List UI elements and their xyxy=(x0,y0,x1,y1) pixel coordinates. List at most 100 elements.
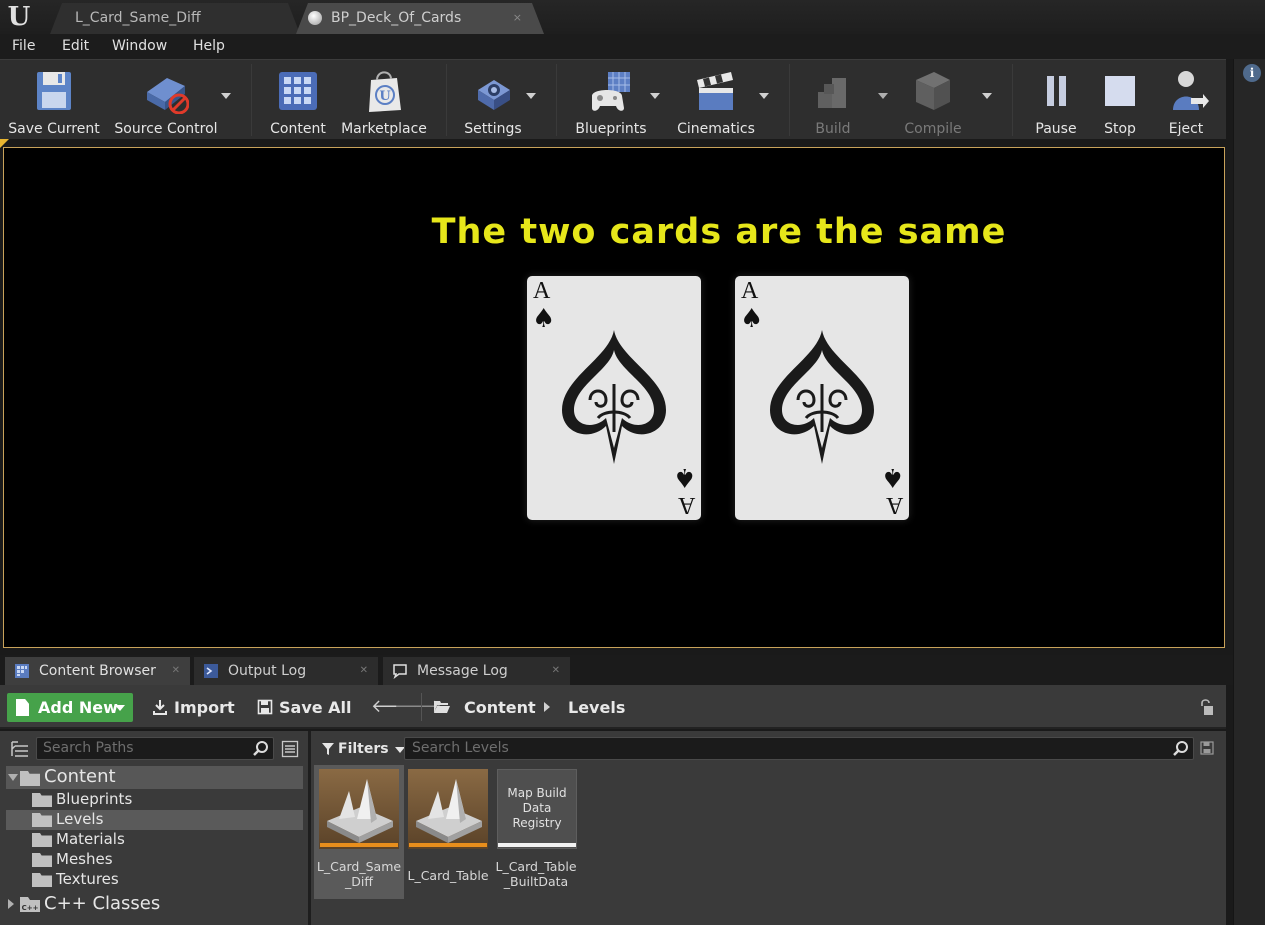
close-tab-icon[interactable]: ✕ xyxy=(552,657,560,685)
menu-edit[interactable]: Edit xyxy=(62,38,89,54)
settings-dropdown-icon[interactable] xyxy=(526,93,536,99)
lock-icon[interactable] xyxy=(1198,698,1214,716)
tree-item-label: Content xyxy=(44,766,116,787)
stop-icon xyxy=(1105,76,1135,106)
breadcrumb-content[interactable]: Content xyxy=(464,693,536,722)
asset-name: L_Card_Table xyxy=(407,868,489,883)
asset-tile-l-card-table[interactable] xyxy=(408,769,488,849)
save-all-button[interactable]: Save All xyxy=(257,693,352,722)
collapse-sources-icon[interactable] xyxy=(10,740,30,758)
output-log-icon xyxy=(204,664,218,678)
expand-arrow-icon[interactable] xyxy=(8,899,14,909)
asset-tile-l-card-table-builtdata[interactable]: Map Build Data Registry xyxy=(497,769,577,849)
settings-button[interactable]: Settings xyxy=(460,66,526,137)
source-control-label: Source Control xyxy=(114,121,218,137)
settings-label: Settings xyxy=(464,121,522,137)
ornate-spade-icon xyxy=(562,330,666,464)
menu-window[interactable]: Window xyxy=(112,38,167,54)
playing-card: A ♠ ♠ A xyxy=(735,276,909,520)
import-icon xyxy=(153,700,167,715)
menu-file[interactable]: File xyxy=(12,38,35,54)
details-side-strip: i xyxy=(1233,59,1265,925)
blueprints-button[interactable]: Blueprints xyxy=(570,66,652,137)
source-control-dropdown-icon[interactable] xyxy=(221,93,231,99)
search-icon xyxy=(253,741,268,756)
title-bar: U L_Card_Same_Diff BP_Deck_Of_Cards × xyxy=(0,0,1265,34)
tree-item-label: Blueprints xyxy=(56,790,133,808)
blueprint-sphere-icon xyxy=(308,11,322,25)
marketplace-button[interactable]: U Marketplace xyxy=(340,66,428,137)
save-search-icon[interactable] xyxy=(1200,741,1214,755)
tree-item-levels[interactable]: Levels xyxy=(6,810,303,830)
build-label: Build xyxy=(815,121,851,137)
tree-item-meshes[interactable]: Meshes xyxy=(6,850,303,870)
breadcrumb-levels[interactable]: Levels xyxy=(568,693,625,722)
tab-output-log[interactable]: Output Log ✕ xyxy=(194,657,378,685)
folder-icon xyxy=(32,873,52,887)
build-dropdown-icon[interactable] xyxy=(878,93,888,99)
save-current-button[interactable]: Save Current xyxy=(6,66,102,137)
source-control-icon xyxy=(147,78,189,114)
folder-icon xyxy=(32,793,52,807)
spade-icon: ♠ xyxy=(740,304,764,334)
tree-item-content[interactable]: Content xyxy=(6,766,303,789)
playing-card: A ♠ ♠ A xyxy=(527,276,701,520)
view-options-icon[interactable] xyxy=(281,740,299,758)
expand-arrow-icon[interactable] xyxy=(8,774,18,781)
tab-content-browser[interactable]: Content Browser ✕ xyxy=(5,657,190,685)
svg-text:C++: C++ xyxy=(22,904,39,912)
close-tab-icon[interactable]: ✕ xyxy=(172,657,180,685)
close-tab-icon[interactable]: × xyxy=(513,3,522,33)
import-label: Import xyxy=(174,698,235,717)
tree-item-label: Materials xyxy=(56,830,125,848)
content-button[interactable]: Content xyxy=(266,66,330,137)
marketplace-bag-icon: U xyxy=(369,71,401,112)
breadcrumb-chevron-icon[interactable] xyxy=(544,702,550,712)
eject-button[interactable]: Eject xyxy=(1160,66,1212,137)
source-control-button[interactable]: Source Control xyxy=(110,66,222,137)
card-rank: A xyxy=(677,492,695,518)
compile-dropdown-icon[interactable] xyxy=(982,93,992,99)
tab-message-log[interactable]: Message Log ✕ xyxy=(383,657,570,685)
pause-button[interactable]: Pause xyxy=(1026,66,1086,137)
import-button[interactable]: Import xyxy=(152,693,235,722)
asset-tile-l-card-same-diff[interactable] xyxy=(319,769,399,849)
unreal-logo-icon: U xyxy=(7,2,31,32)
tab-bp-deck-of-cards[interactable]: BP_Deck_Of_Cards × xyxy=(296,3,544,34)
tree-item-textures[interactable]: Textures xyxy=(6,870,303,890)
level-thumbnail-icon xyxy=(416,779,482,843)
save-current-label: Save Current xyxy=(8,121,100,137)
tree-item-cpp-classes[interactable]: C++ C++ Classes xyxy=(6,893,303,916)
game-viewport[interactable]: The two cards are the same A ♠ ♠ A A ♠ ♠… xyxy=(3,147,1225,648)
cpp-folder-icon: C++ xyxy=(20,897,40,912)
compile-cube-icon xyxy=(916,72,950,110)
spade-icon: ♠ xyxy=(880,462,904,492)
stop-button[interactable]: Stop xyxy=(1094,66,1146,137)
svg-text:U: U xyxy=(379,89,391,104)
tree-item-blueprints[interactable]: Blueprints xyxy=(6,790,303,810)
search-levels-input[interactable]: Search Levels xyxy=(404,737,1194,760)
cinematics-label: Cinematics xyxy=(677,121,755,137)
tree-item-label: Levels xyxy=(56,810,104,828)
add-new-button[interactable]: Add New xyxy=(7,693,133,722)
compile-button[interactable]: Compile xyxy=(898,66,968,137)
info-icon[interactable]: i xyxy=(1243,64,1261,82)
close-tab-icon[interactable]: ✕ xyxy=(360,657,368,685)
search-icon xyxy=(1173,741,1188,756)
blueprints-dropdown-icon[interactable] xyxy=(650,93,660,99)
search-paths-input[interactable]: Search Paths xyxy=(36,737,274,760)
cinematics-button[interactable]: Cinematics xyxy=(672,66,760,137)
toolbar-divider xyxy=(446,64,447,136)
search-paths-placeholder: Search Paths xyxy=(43,740,134,756)
eject-person-icon xyxy=(1173,71,1209,110)
content-browser-icon xyxy=(279,72,317,110)
menu-help[interactable]: Help xyxy=(193,38,225,54)
tree-item-materials[interactable]: Materials xyxy=(6,830,303,850)
viewport-message: The two cards are the same xyxy=(431,212,1007,252)
tree-item-label: Textures xyxy=(56,870,119,888)
asset-type-bar xyxy=(498,843,576,847)
build-button[interactable]: Build xyxy=(802,66,864,137)
bottom-panel-tabs: Content Browser ✕ Output Log ✕ Message L… xyxy=(0,655,1233,685)
cinematics-dropdown-icon[interactable] xyxy=(759,93,769,99)
tab-l-card-same-diff[interactable]: L_Card_Same_Diff xyxy=(50,3,300,34)
